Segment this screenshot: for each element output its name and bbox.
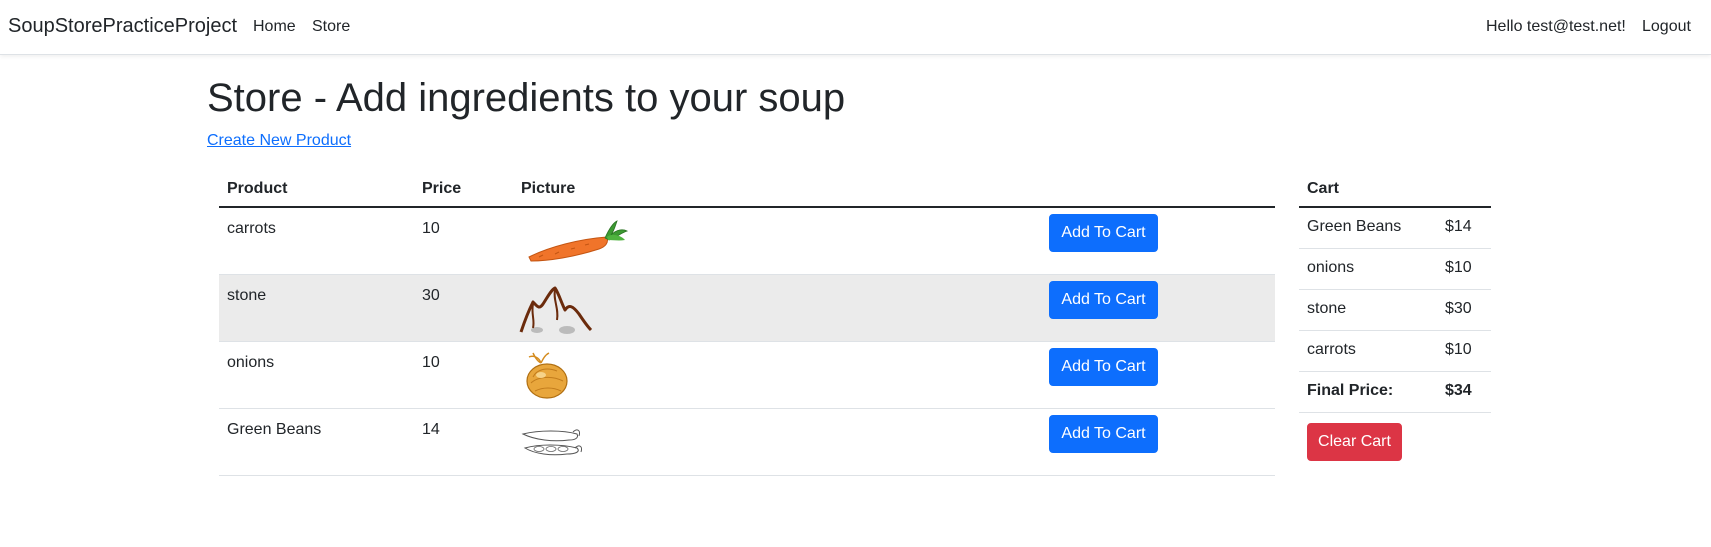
product-price: 14 (422, 421, 440, 438)
final-price-label: Final Price: (1307, 382, 1394, 399)
product-price: 10 (422, 220, 440, 237)
cart-item: Green Beans $14 (1299, 208, 1491, 249)
cart-final-price-row: Final Price: $34 (1299, 372, 1491, 413)
header-product: Product (227, 180, 288, 197)
brand-link[interactable]: SoupStorePracticeProject (8, 15, 237, 38)
cart-item: carrots $10 (1299, 331, 1491, 372)
navbar: SoupStorePracticeProject Home Store Hell… (0, 0, 1711, 55)
page-title: Store - Add ingredients to your soup (207, 76, 846, 120)
stone-image (519, 286, 593, 334)
carrot-image (528, 220, 629, 262)
table-row: Green Beans 14 Add To Cart (219, 409, 1275, 476)
user-greeting[interactable]: Hello test@test.net! (1486, 18, 1626, 36)
cart-item-name: onions (1307, 259, 1355, 276)
products-table-header: Product Price Picture (219, 174, 1275, 208)
cart-item: stone $30 (1299, 290, 1491, 331)
cart-item-name: stone (1307, 300, 1347, 317)
product-name: onions (227, 354, 275, 371)
table-row: stone 30 Add To Cart (219, 275, 1275, 342)
header-picture: Picture (521, 180, 576, 197)
onion-image (526, 352, 568, 399)
clear-cart-button[interactable]: Clear Cart (1307, 423, 1402, 461)
cart-item-name: Green Beans (1307, 218, 1402, 235)
cart-item-price: $10 (1445, 341, 1472, 358)
table-row: onions 10 Add To Cart (219, 342, 1275, 409)
table-row: carrots 10 Add To Cart (219, 208, 1275, 275)
cart-item-price: $14 (1445, 218, 1472, 235)
nav-home-link[interactable]: Home (253, 18, 296, 36)
cart-header: Cart (1299, 174, 1491, 208)
cart-item-price: $30 (1445, 300, 1472, 317)
add-to-cart-button[interactable]: Add To Cart (1049, 281, 1158, 319)
add-to-cart-button[interactable]: Add To Cart (1049, 214, 1158, 252)
cart-table: Cart Green Beans $14 onions $10 stone $3… (1299, 174, 1491, 413)
create-new-product-link[interactable]: Create New Product (207, 132, 351, 150)
products-table: Product Price Picture carrots 10 Add To … (219, 174, 1275, 476)
cart-item: onions $10 (1299, 249, 1491, 290)
product-price: 30 (422, 287, 440, 304)
product-name: Green Beans (227, 421, 322, 438)
add-to-cart-button[interactable]: Add To Cart (1049, 415, 1158, 453)
product-price: 10 (422, 354, 440, 371)
product-name: carrots (227, 220, 276, 237)
cart-title: Cart (1307, 180, 1340, 197)
add-to-cart-button[interactable]: Add To Cart (1049, 348, 1158, 386)
cart-item-price: $10 (1445, 259, 1472, 276)
green-beans-image (521, 429, 582, 456)
logout-button[interactable]: Logout (1642, 18, 1691, 36)
cart-item-name: carrots (1307, 341, 1356, 358)
header-price: Price (422, 180, 462, 197)
nav-store-link[interactable]: Store (312, 18, 350, 36)
product-name: stone (227, 287, 267, 304)
final-price-value: $34 (1445, 382, 1472, 399)
